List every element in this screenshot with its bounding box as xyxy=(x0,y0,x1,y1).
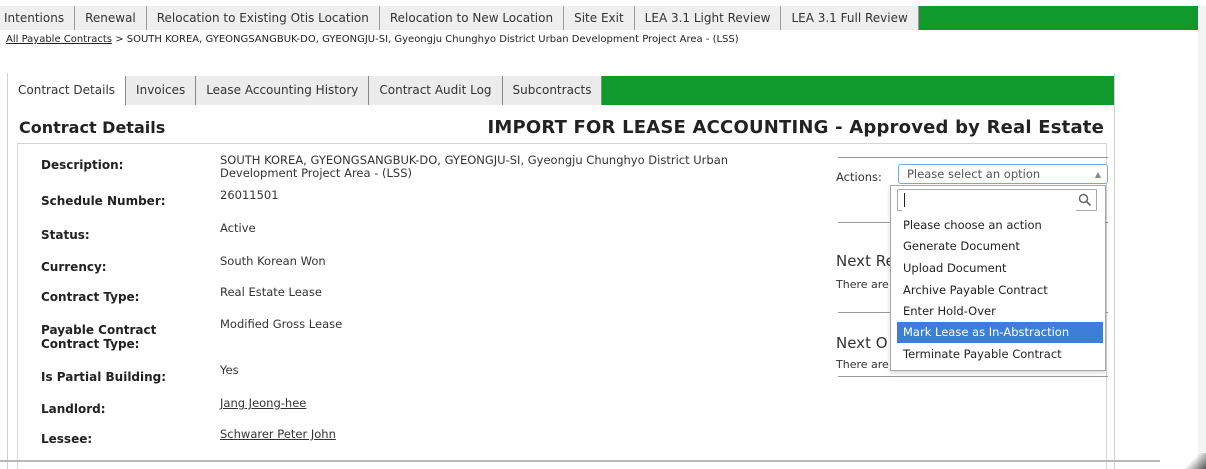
option-please-choose-an-action[interactable]: Please choose an action xyxy=(897,215,1103,236)
field-label-contract-type: Contract Type: xyxy=(41,290,140,304)
page-title: Contract Details xyxy=(19,118,166,137)
top-tab-bar: Intentions Renewal Relocation to Existin… xyxy=(0,6,1198,30)
corner-shadow xyxy=(1184,453,1206,469)
chevron-up-icon: ▲ xyxy=(1094,170,1101,179)
field-label-lessee: Lessee: xyxy=(41,432,93,446)
next-reminder-text: There are xyxy=(836,278,889,291)
field-label-payable-contract-type: Payable Contract Contract Type: xyxy=(41,323,157,351)
field-value-description: SOUTH KOREA, GYEONGSANGBUK-DO, GYEONGJU-… xyxy=(220,153,729,180)
divider xyxy=(838,376,1108,377)
search-icon xyxy=(1078,193,1092,207)
tab-contract-details[interactable]: Contract Details xyxy=(8,76,127,105)
next-reminder-heading: Next Re xyxy=(836,252,895,270)
top-tab-renewal[interactable]: Renewal xyxy=(75,6,147,30)
field-value-is-partial-building: Yes xyxy=(220,363,239,377)
field-value-payable-contract-type: Modified Gross Lease xyxy=(220,317,343,331)
breadcrumb-current: SOUTH KOREA, GYEONGSANGBUK-DO, GYEONGJU-… xyxy=(126,34,739,45)
option-archive-payable-contract[interactable]: Archive Payable Contract xyxy=(897,280,1103,301)
actions-search-box xyxy=(897,189,1097,212)
actions-label: Actions: xyxy=(836,170,882,184)
text-caret xyxy=(904,193,905,207)
top-tab-relocation-new[interactable]: Relocation to New Location xyxy=(379,6,565,30)
option-enter-hold-over[interactable]: Enter Hold-Over xyxy=(897,301,1103,322)
field-label-description: Description: xyxy=(41,158,124,172)
actions-select-value: Please select an option xyxy=(907,167,1041,181)
tab-subcontracts[interactable]: Subcontracts xyxy=(502,76,603,105)
breadcrumb-link-all-payable-contracts[interactable]: All Payable Contracts xyxy=(6,34,112,45)
sub-tab-bar: Contract Details Invoices Lease Accounti… xyxy=(8,76,1114,105)
field-value-currency: South Korean Won xyxy=(220,254,326,268)
option-generate-document[interactable]: Generate Document xyxy=(897,236,1103,257)
actions-dropdown: Please choose an action Generate Documen… xyxy=(890,185,1106,371)
field-label-currency: Currency: xyxy=(41,260,107,274)
contract-status-title: IMPORT FOR LEASE ACCOUNTING - Approved b… xyxy=(487,117,1104,138)
breadcrumb: All Payable Contracts > SOUTH KOREA, GYE… xyxy=(6,34,739,45)
tab-lease-accounting-history[interactable]: Lease Accounting History xyxy=(196,76,370,105)
breadcrumb-separator: > xyxy=(112,34,127,45)
option-mark-lease-as-in-abstraction[interactable]: Mark Lease as In-Abstraction xyxy=(897,322,1103,343)
next-option-heading: Next O xyxy=(836,334,888,352)
top-tab-lea-full-review[interactable]: LEA 3.1 Full Review xyxy=(781,6,919,30)
top-tab-lea-light-review[interactable]: LEA 3.1 Light Review xyxy=(634,6,782,30)
divider xyxy=(838,157,1108,158)
top-tab-relocation-existing[interactable]: Relocation to Existing Otis Location xyxy=(146,6,380,30)
field-label-status: Status: xyxy=(41,228,90,242)
top-tab-intentions[interactable]: Intentions xyxy=(0,6,76,30)
option-terminate-payable-contract[interactable]: Terminate Payable Contract xyxy=(897,344,1103,365)
actions-select[interactable]: Please select an option ▲ xyxy=(898,164,1108,184)
landlord-link[interactable]: Jang Jeong-hee xyxy=(220,397,780,410)
field-value-schedule-number: 26011501 xyxy=(220,188,279,202)
option-upload-document[interactable]: Upload Document xyxy=(897,258,1103,279)
divider xyxy=(0,460,1160,462)
field-label-is-partial-building: Is Partial Building: xyxy=(41,370,167,384)
field-value-contract-type: Real Estate Lease xyxy=(220,285,322,299)
field-value-status: Active xyxy=(220,221,256,235)
field-label-landlord: Landlord: xyxy=(41,402,106,416)
window-edge xyxy=(1198,6,1206,469)
tab-contract-audit-log[interactable]: Contract Audit Log xyxy=(369,76,503,105)
tab-invoices[interactable]: Invoices xyxy=(126,76,197,105)
actions-search-input[interactable] xyxy=(902,191,1076,212)
top-tab-site-exit[interactable]: Site Exit xyxy=(564,6,635,30)
field-label-schedule-number: Schedule Number: xyxy=(41,194,166,208)
next-option-text: There are xyxy=(836,358,889,371)
lessee-link[interactable]: Schwarer Peter John xyxy=(220,428,780,441)
